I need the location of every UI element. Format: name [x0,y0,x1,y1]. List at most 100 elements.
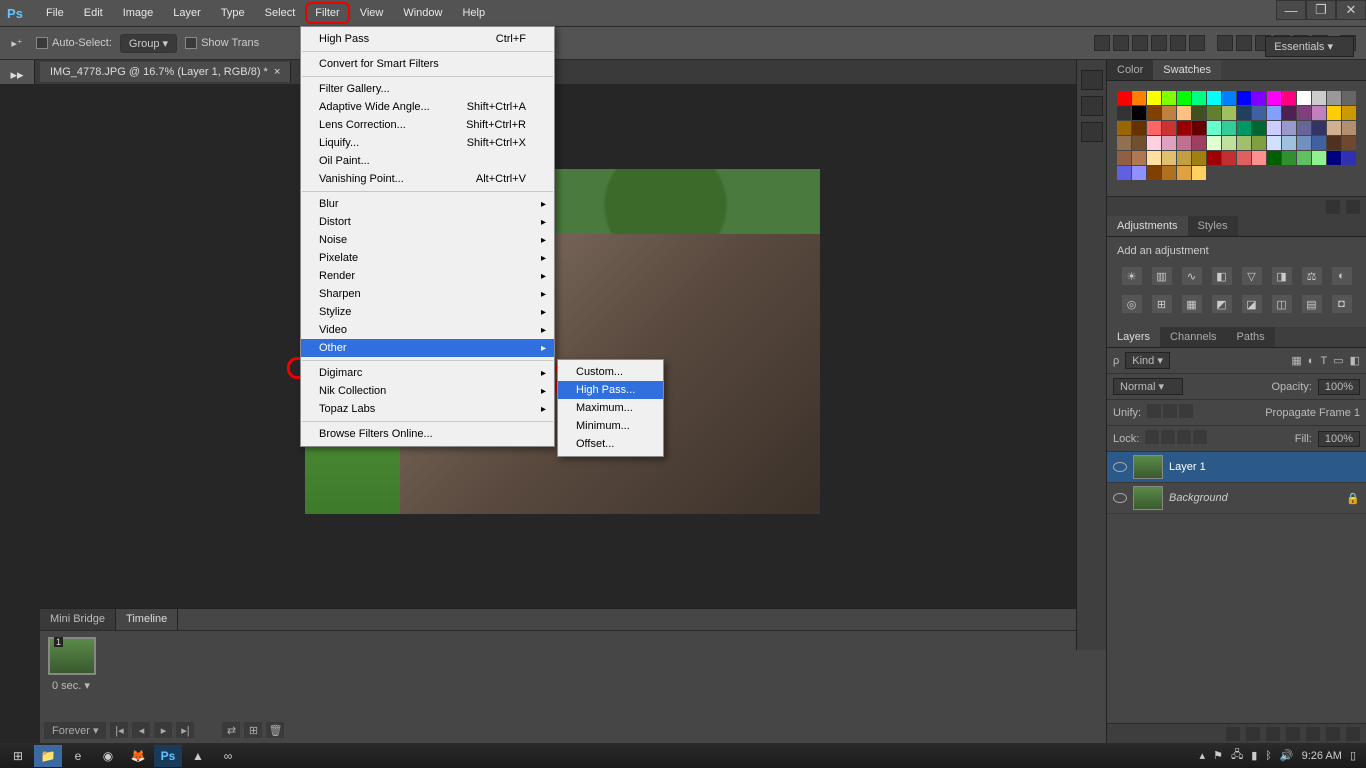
swatch[interactable] [1207,91,1221,105]
menu-edit[interactable]: Edit [74,2,113,24]
autoselect-dropdown[interactable]: Group ▾ [120,34,177,53]
filter-item-pixelate[interactable]: Pixelate [301,249,554,267]
swatch[interactable] [1117,136,1131,150]
swatch[interactable] [1192,136,1206,150]
swatch[interactable] [1147,136,1161,150]
color-lookup-icon[interactable]: ▦ [1182,295,1202,313]
swatch[interactable] [1342,136,1356,150]
firefox-icon[interactable]: 🦊 [124,745,152,767]
maximize-button[interactable]: ❐ [1306,0,1336,20]
fx-icon[interactable] [1246,727,1260,741]
swatch[interactable] [1312,136,1326,150]
swatch[interactable] [1162,136,1176,150]
swatch[interactable] [1117,106,1131,120]
actions-icon[interactable] [1081,96,1103,116]
invert-icon[interactable]: ◩ [1212,295,1232,313]
align-icon[interactable] [1113,35,1129,51]
filter-item-lens-correction-[interactable]: Lens Correction...Shift+Ctrl+R [301,116,554,134]
unify-pos-icon[interactable] [1147,404,1161,418]
levels-icon[interactable]: ▥ [1152,267,1172,285]
minimize-button[interactable]: — [1276,0,1306,20]
swatch[interactable] [1117,151,1131,165]
tab-paths[interactable]: Paths [1227,327,1275,347]
swatch[interactable] [1147,91,1161,105]
swatch[interactable] [1132,151,1146,165]
swatch[interactable] [1267,106,1281,120]
swatch[interactable] [1192,91,1206,105]
opacity-value[interactable]: 100% [1318,379,1360,395]
ie-icon[interactable]: e [64,745,92,767]
swatch[interactable] [1267,121,1281,135]
swatch[interactable] [1327,106,1341,120]
menu-window[interactable]: Window [393,2,452,24]
align-icon[interactable] [1132,35,1148,51]
swatch[interactable] [1327,151,1341,165]
close-button[interactable]: ✕ [1336,0,1366,20]
chrome-icon[interactable]: ◉ [94,745,122,767]
bw-icon[interactable]: ◐ [1332,267,1352,285]
lock-pixel-icon[interactable] [1161,430,1175,444]
menu-select[interactable]: Select [255,2,306,24]
swatch[interactable] [1207,121,1221,135]
filter-item-sharpen[interactable]: Sharpen [301,285,554,303]
delete-layer-icon[interactable] [1346,727,1360,741]
swatch[interactable] [1147,151,1161,165]
unify-vis-icon[interactable] [1163,404,1177,418]
fill-adj-icon[interactable] [1286,727,1300,741]
swatch[interactable] [1297,121,1311,135]
tab-color[interactable]: Color [1107,60,1153,80]
flag-icon[interactable]: ⚑ [1213,749,1223,762]
distribute-icon[interactable] [1217,35,1233,51]
swatch[interactable] [1132,121,1146,135]
unify-style-icon[interactable] [1179,404,1193,418]
swatch[interactable] [1342,91,1356,105]
tab-mini-bridge[interactable]: Mini Bridge [40,609,116,630]
align-icon[interactable] [1189,35,1205,51]
swatch[interactable] [1342,151,1356,165]
show-desktop[interactable]: ▯ [1350,749,1356,762]
posterize-icon[interactable]: ◪ [1242,295,1262,313]
next-frame-button[interactable]: ▸| [176,722,194,738]
photo-filter-icon[interactable]: ◎ [1122,295,1142,313]
filter-item-topaz-labs[interactable]: Topaz Labs [301,400,554,418]
swatch[interactable] [1252,151,1266,165]
swatch[interactable] [1192,151,1206,165]
vlc-icon[interactable]: ▲ [184,745,212,767]
swatch[interactable] [1267,91,1281,105]
swatch[interactable] [1312,121,1326,135]
swatch[interactable] [1282,136,1296,150]
tab-channels[interactable]: Channels [1160,327,1226,347]
lock-trans-icon[interactable] [1145,430,1159,444]
tab-icon[interactable]: ▸▸ [4,64,30,86]
tab-layers[interactable]: Layers [1107,327,1160,347]
filter-item-stylize[interactable]: Stylize [301,303,554,321]
clock[interactable]: 9:26 AM [1302,750,1342,762]
swatch[interactable] [1297,136,1311,150]
frame-duration[interactable]: 0 sec. ▾ [52,679,90,692]
swatch[interactable] [1177,121,1191,135]
filter-shape-icon[interactable]: ▭ [1333,354,1343,367]
swatch[interactable] [1342,106,1356,120]
filter-item-other[interactable]: Other [301,339,554,357]
swatch[interactable] [1132,166,1146,180]
swatch[interactable] [1222,91,1236,105]
workspace-selector[interactable]: Essentials ▾ [1265,36,1354,57]
prev-frame-button[interactable]: ◂ [132,722,150,738]
swatch[interactable] [1177,106,1191,120]
lock-all-icon[interactable] [1193,430,1207,444]
autoselect-checkbox[interactable] [36,37,48,49]
swatch[interactable] [1117,166,1131,180]
visibility-icon[interactable] [1113,493,1127,503]
swatch[interactable] [1192,166,1206,180]
swatch[interactable] [1282,106,1296,120]
tab-swatches[interactable]: Swatches [1153,60,1221,80]
other-item-maximum-[interactable]: Maximum... [558,399,663,417]
swatch[interactable] [1267,136,1281,150]
filter-item-render[interactable]: Render [301,267,554,285]
swatch[interactable] [1177,166,1191,180]
properties-icon[interactable] [1081,122,1103,142]
swatch[interactable] [1207,151,1221,165]
menu-image[interactable]: Image [113,2,164,24]
swatch[interactable] [1327,136,1341,150]
swatch[interactable] [1222,151,1236,165]
